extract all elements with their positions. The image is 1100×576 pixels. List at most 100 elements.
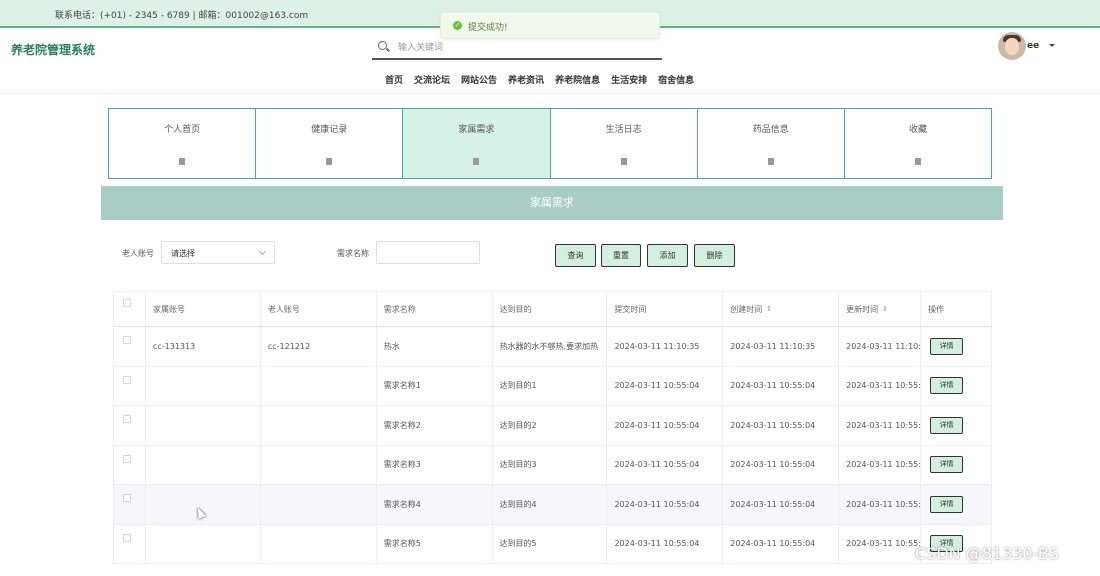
column-header: 需求名称 <box>377 292 493 326</box>
tab-icon <box>914 158 921 165</box>
detail-button[interactable]: 详情 <box>930 495 964 513</box>
row-checkbox[interactable] <box>123 336 131 345</box>
action-cell: 详情 <box>921 406 992 445</box>
sort-icon[interactable]: ⇕ <box>766 305 772 313</box>
table-header-row: 家属账号 老人账号 需求名称 达到目的 提交时间 创建时间 ⇕ 更新时间 ⇕ 操作 <box>114 292 992 327</box>
column-header-sortable[interactable]: 更新时间 ⇕ <box>839 292 922 326</box>
table-row: 需求名称5 达到目的5 2024-03-11 10:55:04 2024-03-… <box>114 524 992 564</box>
tab-label: 健康记录 <box>311 125 348 135</box>
detail-button[interactable]: 详情 <box>930 416 964 434</box>
submit-time-cell: 2024-03-11 10:55:04 <box>607 445 724 484</box>
row-checkbox-cell <box>114 406 146 445</box>
action-cell: 详情 <box>921 445 992 484</box>
main-nav: 首页 交流论坛 网站公告 养老资讯 养老院信息 生活安排 宿舍信息 <box>385 73 705 86</box>
sort-icon[interactable]: ⇕ <box>882 305 888 313</box>
elder-account-cell <box>261 445 377 484</box>
row-checkbox[interactable] <box>123 494 131 503</box>
site-logo[interactable]: 养老院管理系统 <box>11 41 95 58</box>
column-header-label: 更新时间 <box>846 304 879 314</box>
tab-icon <box>767 158 774 165</box>
table-row: 需求名称1 达到目的1 2024-03-11 10:55:04 2024-03-… <box>114 366 992 406</box>
need-name-label: 需求名称 <box>337 249 369 258</box>
created-time-cell: 2024-03-11 10:55:04 <box>723 524 840 563</box>
nav-item-home[interactable]: 首页 <box>385 73 403 86</box>
nav-item-dorm[interactable]: 宿舍信息 <box>658 73 694 86</box>
elder-account-cell <box>261 406 377 445</box>
tab-medicine[interactable]: 药品信息 <box>697 109 845 178</box>
action-cell: 详情 <box>921 366 992 405</box>
search-icon[interactable] <box>378 41 387 50</box>
nav-item-notice[interactable]: 网站公告 <box>461 73 497 86</box>
elder-account-cell <box>261 366 377 405</box>
created-time-cell: 2024-03-11 10:55:04 <box>723 445 840 484</box>
search-bar[interactable] <box>372 38 662 60</box>
tab-icon <box>179 158 186 165</box>
username[interactable]: ee <box>1027 41 1039 51</box>
column-header-label: 创建时间 <box>730 304 763 314</box>
column-header-sortable[interactable]: 创建时间 ⇕ <box>723 292 840 326</box>
row-checkbox-cell <box>114 524 146 563</box>
add-button[interactable]: 添加 <box>647 244 688 267</box>
action-cell: 详情 <box>921 327 992 366</box>
detail-button[interactable]: 详情 <box>930 337 964 355</box>
tab-health-record[interactable]: 健康记录 <box>256 109 404 178</box>
family-account-cell <box>146 485 261 524</box>
row-checkbox-cell <box>114 485 146 524</box>
row-checkbox[interactable] <box>123 415 131 424</box>
table-row: cc-131313 cc-121212 热水 热水器的水不够热,要求加热 202… <box>114 327 992 367</box>
tab-profile[interactable]: 个人首页 <box>109 109 257 178</box>
nav-item-institution[interactable]: 养老院信息 <box>555 73 600 86</box>
updated-time-cell: 2024-03-11 11:10:35 <box>839 327 922 366</box>
elder-account-select[interactable]: 请选择 <box>161 241 275 264</box>
updated-time-cell: 2024-03-11 10:55:04 <box>839 406 922 445</box>
need-name-input[interactable] <box>376 241 480 264</box>
avatar[interactable] <box>998 32 1026 60</box>
tab-icon <box>326 158 333 165</box>
delete-button[interactable]: 删除 <box>694 244 735 267</box>
column-header: 家属账号 <box>146 292 261 326</box>
nav-item-news[interactable]: 养老资讯 <box>508 73 544 86</box>
elder-account-value: 请选择 <box>171 249 195 258</box>
submit-time-cell: 2024-03-11 10:55:04 <box>607 485 724 524</box>
submit-time-cell: 2024-03-11 10:55:04 <box>607 366 724 405</box>
tab-label: 家属需求 <box>458 125 495 135</box>
row-checkbox[interactable] <box>123 533 131 542</box>
goal-cell: 达到目的1 <box>493 366 608 405</box>
row-checkbox-cell <box>114 366 146 405</box>
search-input[interactable] <box>398 40 648 56</box>
needs-table: 家属账号 老人账号 需求名称 达到目的 提交时间 创建时间 ⇕ 更新时间 ⇕ 操作 … <box>113 291 992 564</box>
updated-time-cell: 2024-03-11 10:55:04 <box>839 366 922 405</box>
elder-account-label: 老人账号 <box>122 249 154 258</box>
submit-time-cell: 2024-03-11 11:10:35 <box>607 327 724 366</box>
need-name-cell: 需求名称4 <box>377 485 493 524</box>
center-tabs: 个人首页 健康记录 家属需求 生活日志 药品信息 收藏 <box>108 108 992 179</box>
tab-life-log[interactable]: 生活日志 <box>550 109 698 178</box>
row-checkbox[interactable] <box>123 454 131 463</box>
tab-label: 个人首页 <box>164 125 201 135</box>
elder-account-cell <box>261 524 377 563</box>
chevron-down-icon[interactable] <box>1049 44 1055 47</box>
table-row: 需求名称4 达到目的4 2024-03-11 10:55:04 2024-03-… <box>114 485 992 525</box>
nav-item-life-schedule[interactable]: 生活安排 <box>611 73 647 86</box>
query-button[interactable]: 查询 <box>555 244 596 267</box>
select-all-checkbox[interactable] <box>123 299 131 307</box>
updated-time-cell: 2024-03-11 10:55:04 <box>839 485 922 524</box>
goal-cell: 达到目的5 <box>493 524 608 563</box>
submit-time-cell: 2024-03-11 10:55:04 <box>607 406 724 445</box>
need-name-cell: 需求名称1 <box>377 366 493 405</box>
column-header: 操作 <box>921 292 992 326</box>
detail-button[interactable]: 详情 <box>930 377 964 395</box>
contact-info: 联系电话：(+01) - 2345 - 6789 | 邮箱：001002@163… <box>55 11 309 21</box>
family-account-cell <box>146 366 261 405</box>
updated-time-cell: 2024-03-11 10:55:04 <box>839 524 922 563</box>
nav-item-forum[interactable]: 交流论坛 <box>414 73 450 86</box>
family-account-cell <box>146 406 261 445</box>
site-header: 养老院管理系统 ee 首页 交流论坛 网站公告 养老资讯 养老院信息 生活安排 … <box>0 30 1100 94</box>
tab-family-needs[interactable]: 家属需求 <box>403 109 551 178</box>
detail-button[interactable]: 详情 <box>930 456 964 474</box>
tab-favorites[interactable]: 收藏 <box>844 109 992 178</box>
row-checkbox[interactable] <box>123 375 131 384</box>
reset-button[interactable]: 重置 <box>601 244 641 267</box>
success-toast: ✓ 提交成功! <box>440 12 660 39</box>
check-circle-icon: ✓ <box>453 21 462 30</box>
